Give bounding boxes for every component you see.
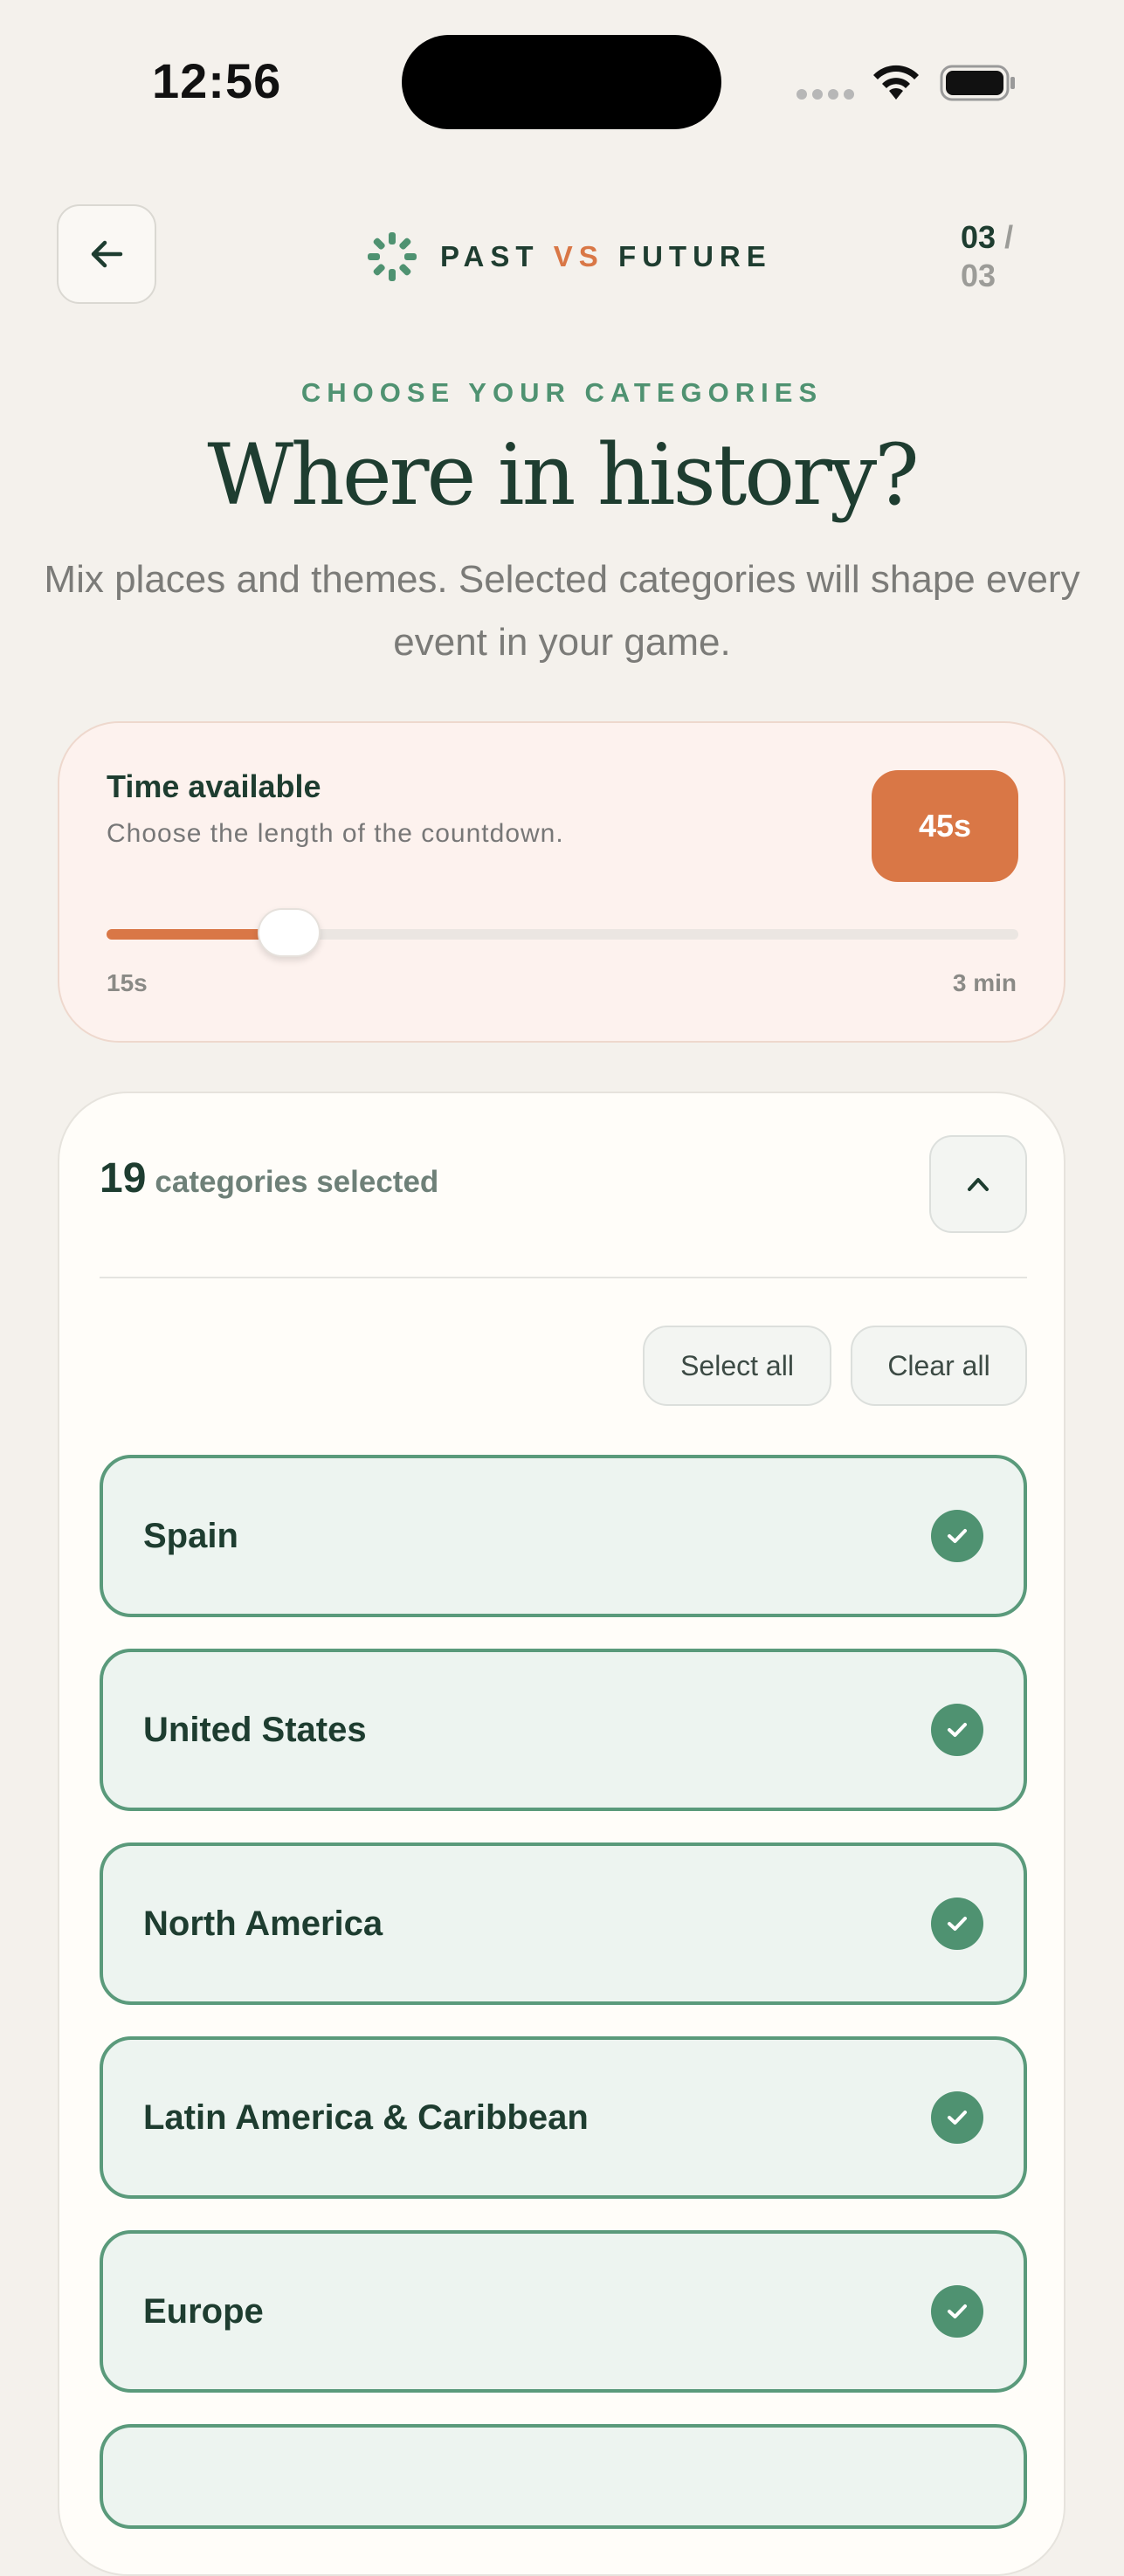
app-title: PAST VS FUTURE (440, 240, 772, 273)
selected-count: 19 categories selected (100, 1154, 438, 1202)
chevron-up-icon (968, 1178, 989, 1191)
step-separator: / (1004, 219, 1014, 255)
step-total: 03 (961, 258, 996, 293)
wifi-icon (873, 65, 919, 100)
page-subtitle: Mix places and themes. Selected categori… (44, 558, 1080, 664)
category-item-united-states[interactable]: United States (100, 1649, 1027, 1811)
page-title: Where in history? (207, 426, 919, 524)
brand-past: PAST (440, 240, 540, 272)
brand-future: FUTURE (617, 240, 772, 272)
check-circle-icon (931, 1898, 983, 1950)
time-slider[interactable] (107, 908, 1018, 957)
arrow-left-icon (91, 240, 123, 268)
category-item-spain[interactable]: Spain (100, 1455, 1027, 1617)
category-label: Latin America & Caribbean (143, 2097, 589, 2137)
clear-all-button[interactable]: Clear all (851, 1326, 1027, 1406)
status-bar: 12:56 (0, 0, 1124, 157)
category-label: United States (143, 1710, 367, 1749)
back-button[interactable] (57, 204, 156, 304)
battery-icon (940, 65, 1015, 101)
category-item-latin-america-caribbean[interactable]: Latin America & Caribbean (100, 2036, 1027, 2199)
select-all-button[interactable]: Select all (643, 1326, 831, 1406)
selected-count-number: 19 (100, 1155, 147, 1202)
category-item-north-america[interactable]: North America (100, 1842, 1027, 2005)
check-circle-icon (931, 1704, 983, 1756)
category-label: Spain (143, 1516, 238, 1555)
divider (100, 1277, 1027, 1278)
time-card-title: Time available (107, 768, 321, 804)
brand-header: PAST VS FUTURE (367, 229, 772, 285)
collapse-button[interactable] (929, 1135, 1027, 1233)
category-label: Europe (143, 2291, 264, 2331)
slider-thumb[interactable] (257, 908, 321, 957)
step-indicator: 03 / 03 (961, 218, 1013, 295)
section-eyebrow: CHOOSE YOUR CATEGORIES (300, 377, 824, 408)
category-label: North America (143, 1904, 383, 1943)
check-circle-icon (931, 1510, 983, 1562)
status-time: 12:56 (152, 53, 282, 108)
slider-max-label: 3 min (952, 969, 1017, 996)
brand-vs: VS (553, 240, 604, 272)
check-circle-icon (931, 2091, 983, 2144)
selected-count-label: categories selected (155, 1165, 439, 1199)
step-current: 03 (961, 219, 996, 255)
slider-min-label: 15s (107, 969, 148, 996)
categories-card: 19 categories selected Select all Clear … (58, 1092, 1065, 2576)
category-item-partial[interactable] (100, 2424, 1027, 2529)
time-value-badge: 45s (872, 770, 1018, 882)
time-card-description: Choose the length of the countdown. (107, 819, 564, 848)
category-item-europe[interactable]: Europe (100, 2230, 1027, 2393)
check-circle-icon (931, 2285, 983, 2338)
cellular-signal-icon (796, 89, 854, 100)
sunburst-logo-icon (368, 232, 417, 281)
time-available-card: Time available Choose the length of the … (58, 721, 1065, 1043)
dynamic-island (402, 35, 721, 129)
